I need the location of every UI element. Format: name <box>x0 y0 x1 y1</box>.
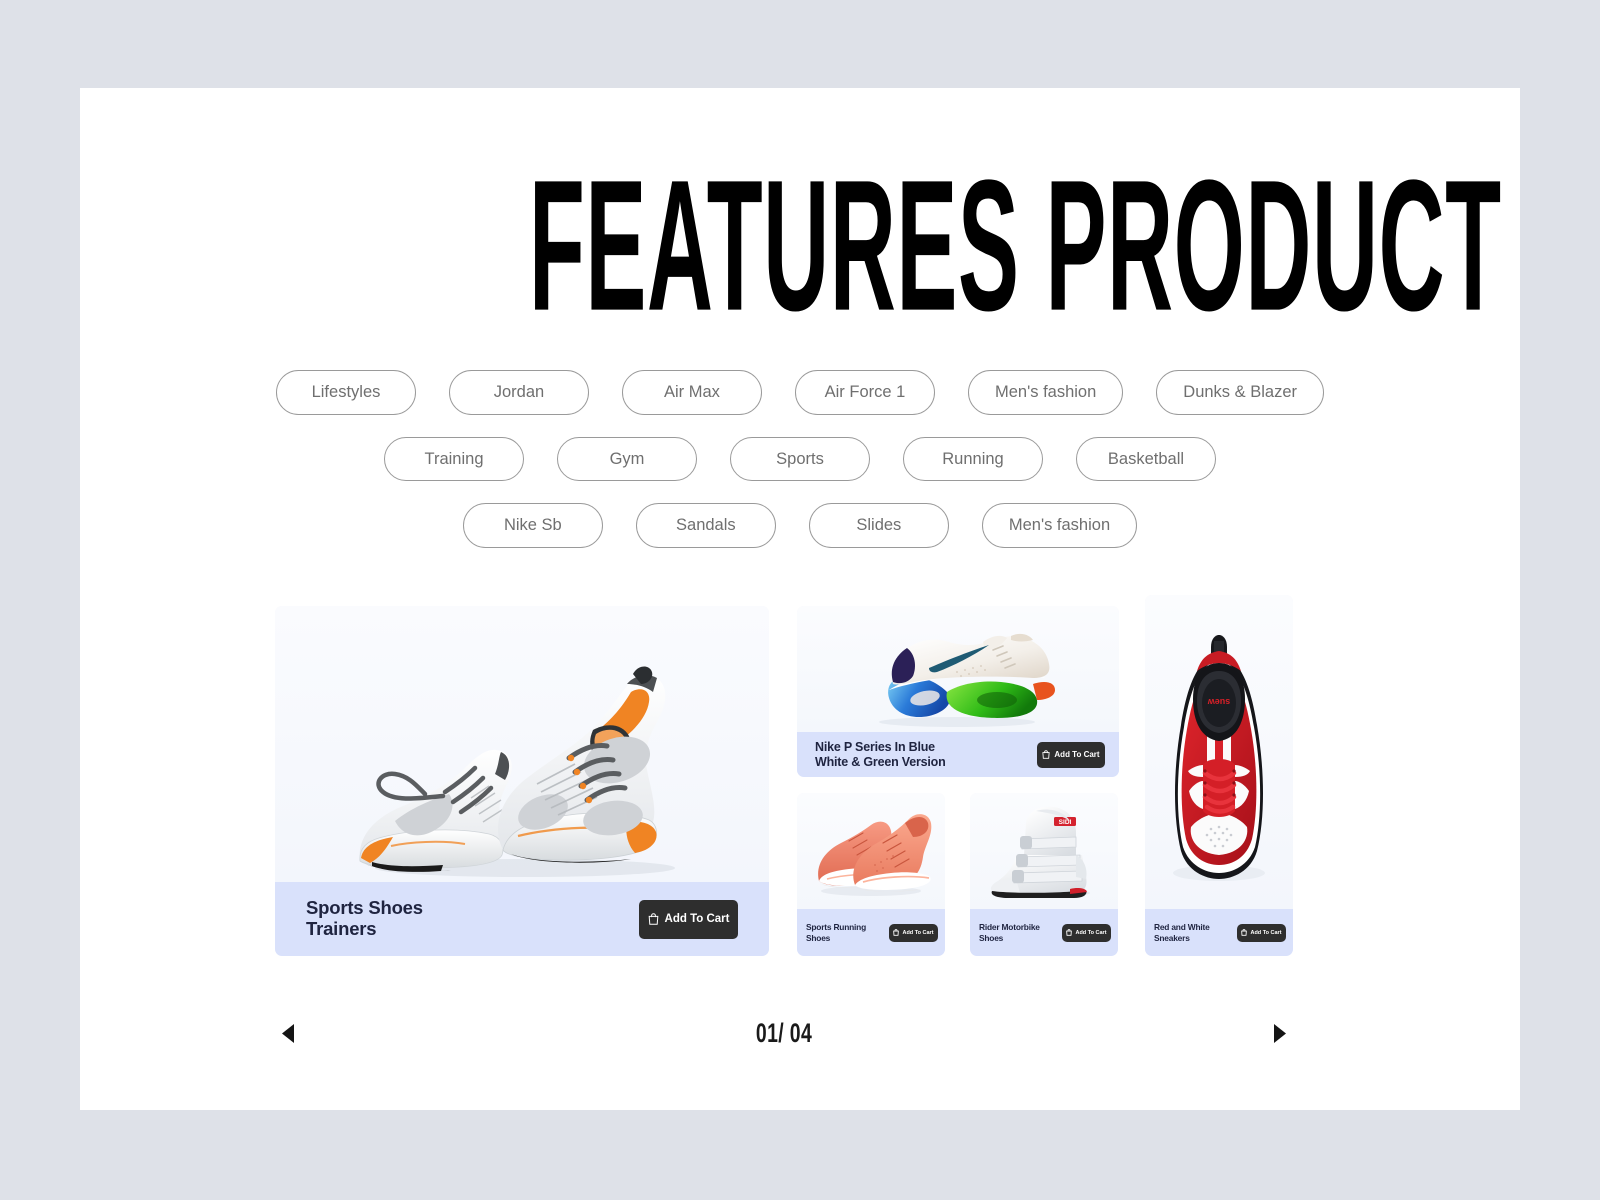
product-title-line1: Sports Running <box>806 922 867 933</box>
filter-pill-training[interactable]: Training <box>384 436 524 481</box>
page-panel: FEATURES PRODUCT Lifestyles Jordan Air M… <box>80 88 1520 1110</box>
filter-pill-jordan[interactable]: Jordan <box>448 370 589 415</box>
product-title-line1: Sports Shoes <box>306 897 423 919</box>
filter-pill-sports[interactable]: Sports <box>730 436 870 481</box>
filter-pill-mens-fashion-2[interactable]: Men's fashion <box>981 503 1138 548</box>
page-title: FEATURES PRODUCT <box>528 142 1502 350</box>
filter-pill-gym[interactable]: Gym <box>557 436 697 481</box>
filter-pill-running[interactable]: Running <box>903 436 1043 481</box>
chevron-left-icon <box>281 1023 294 1043</box>
product-caption-rider-motorbike-shoes: Rider Motorbike Shoes Add To Cart <box>970 909 1118 956</box>
page-title-wrap: FEATURES PRODUCT <box>80 153 1520 340</box>
product-title-sports-shoes-trainers: Sports Shoes Trainers <box>306 897 423 939</box>
product-title-line2: Shoes <box>806 932 831 943</box>
product-title-line2: Trainers <box>306 918 377 939</box>
filter-pill-air-force-1[interactable]: Air Force 1 <box>794 370 935 415</box>
product-card-nike-p-series[interactable]: Nike P Series In Blue White & Green Vers… <box>797 606 1119 777</box>
product-title-red-white-sneakers: Red and White Sneakers <box>1154 922 1210 942</box>
product-grid: Sports Shoes Trainers Add To Cart Nike P… <box>275 595 1293 956</box>
shopping-bag-icon <box>1066 929 1073 936</box>
svg-text:SIDI: SIDI <box>1059 819 1072 826</box>
product-image-red-white-sneakers: suew <box>1145 595 1293 909</box>
filter-row-2: Training Gym Sports Running Basketball <box>80 436 1520 481</box>
product-title-line1: Red and White <box>1154 922 1210 933</box>
carousel-pagination: 01/ 04 <box>275 1013 1293 1053</box>
product-title-rider-motorbike-shoes: Rider Motorbike Shoes <box>979 922 1040 942</box>
filter-pill-basketball[interactable]: Basketball <box>1076 436 1216 481</box>
product-caption-nike-p-series: Nike P Series In Blue White & Green Vers… <box>797 732 1119 777</box>
chevron-right-icon <box>1274 1023 1287 1043</box>
filter-pill-lifestyles[interactable]: Lifestyles <box>275 370 416 415</box>
add-to-cart-label-sports-running: Add To Cart <box>902 929 934 936</box>
product-caption-red-white-sneakers: Red and White Sneakers Add To Cart <box>1145 909 1293 956</box>
add-to-cart-button-nike[interactable]: Add To Cart <box>1037 741 1105 768</box>
shopping-bag-icon <box>1042 750 1051 759</box>
product-title-line2: White & Green Version <box>815 754 946 769</box>
add-to-cart-label-rider-motorbike: Add To Cart <box>1075 929 1107 936</box>
filter-pill-air-max[interactable]: Air Max <box>621 370 762 415</box>
product-image-sports-shoes-trainers <box>275 606 769 882</box>
filter-pill-slides[interactable]: Slides <box>808 503 949 548</box>
product-caption-sports-shoes-trainers: Sports Shoes Trainers Add To Cart <box>275 882 769 956</box>
product-title-nike-p-series: Nike P Series In Blue White & Green Vers… <box>815 740 946 770</box>
add-to-cart-label-nike: Add To Cart <box>1054 750 1100 759</box>
add-to-cart-label-red-white-sneakers: Add To Cart <box>1250 929 1282 936</box>
filter-pill-nike-sb[interactable]: Nike Sb <box>462 503 603 548</box>
carousel-next-button[interactable] <box>1267 1018 1293 1048</box>
filter-row-1: Lifestyles Jordan Air Max Air Force 1 Me… <box>80 370 1520 415</box>
product-title-sports-running-shoes: Sports Running Shoes <box>806 922 866 942</box>
product-image-rider-motorbike-shoes: SIDI <box>970 793 1118 909</box>
filter-row-3: Nike Sb Sandals Slides Men's fashion <box>80 503 1520 548</box>
shopping-bag-icon <box>1241 929 1248 936</box>
product-title-line2: Shoes <box>979 932 1004 943</box>
shopping-bag-icon <box>893 929 900 936</box>
product-card-sports-running-shoes[interactable]: Sports Running Shoes Add To Cart <box>797 793 945 956</box>
product-title-line1: Nike P Series In Blue <box>815 739 935 754</box>
shopping-bag-icon <box>648 913 658 925</box>
add-to-cart-button-red-white-sneakers[interactable]: Add To Cart <box>1237 923 1286 942</box>
filter-pill-mens-fashion[interactable]: Men's fashion <box>967 370 1124 415</box>
product-image-sports-running-shoes <box>797 793 945 909</box>
product-title-line2: Sneakers <box>1154 932 1190 943</box>
filter-pill-dunks-blazer[interactable]: Dunks & Blazer <box>1156 370 1324 415</box>
product-title-line1: Rider Motorbike <box>979 922 1040 933</box>
product-card-rider-motorbike-shoes[interactable]: SIDI Rider Motorbike Shoes Add To Cart <box>970 793 1118 956</box>
add-to-cart-button-rider-motorbike[interactable]: Add To Cart <box>1062 923 1111 942</box>
add-to-cart-label-hero: Add To Cart <box>664 913 730 925</box>
svg-text:suew: suew <box>1207 697 1231 707</box>
product-card-sports-shoes-trainers[interactable]: Sports Shoes Trainers Add To Cart <box>275 606 769 956</box>
product-card-red-white-sneakers[interactable]: suew Red and White Sneakers Add To Cart <box>1145 595 1293 956</box>
add-to-cart-button-sports-running[interactable]: Add To Cart <box>889 923 938 942</box>
filter-pill-group: Lifestyles Jordan Air Max Air Force 1 Me… <box>80 370 1520 570</box>
product-caption-sports-running-shoes: Sports Running Shoes Add To Cart <box>797 909 945 956</box>
carousel-prev-button[interactable] <box>275 1018 301 1048</box>
add-to-cart-button-hero[interactable]: Add To Cart <box>639 899 738 939</box>
carousel-page-count: 01/ 04 <box>755 1017 813 1048</box>
filter-pill-sandals[interactable]: Sandals <box>635 503 776 548</box>
product-image-nike-p-series <box>797 606 1119 732</box>
